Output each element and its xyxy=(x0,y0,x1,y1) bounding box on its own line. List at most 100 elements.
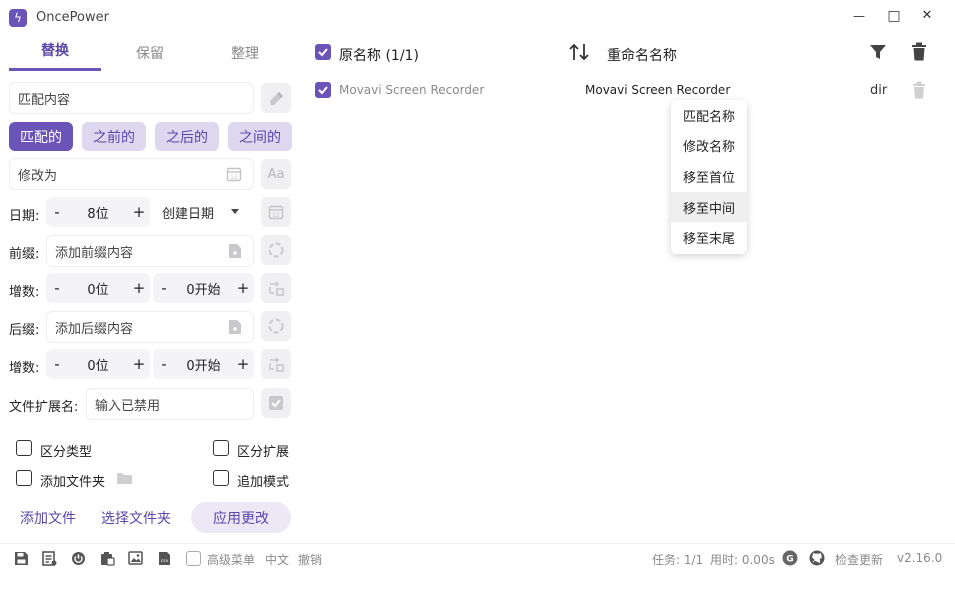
case-icon: Aa xyxy=(267,166,285,182)
swap-icon xyxy=(269,281,284,296)
date-type-select[interactable]: 创建日期 xyxy=(158,197,254,227)
svg-text:csv: csv xyxy=(160,559,168,564)
tab-keep[interactable]: 保留 xyxy=(104,43,196,69)
menu-item-modify-name[interactable]: 修改名称 xyxy=(671,131,747,162)
suffix-placeholder: 添加后缀内容 xyxy=(55,321,134,337)
suffix-input[interactable]: 添加后缀内容 xyxy=(46,311,254,343)
csv-icon[interactable]: csv xyxy=(156,550,172,566)
extension-placeholder: 输入已禁用 xyxy=(95,398,161,414)
select-folder-button[interactable]: 选择文件夹 xyxy=(91,502,181,533)
chip-between-label: 之间的 xyxy=(239,129,281,146)
undo-button[interactable]: 撤销 xyxy=(298,551,322,568)
append-mode-checkbox[interactable] xyxy=(213,470,229,486)
close-button[interactable]: ✕ xyxy=(917,8,937,26)
chip-matched[interactable]: 匹配的 xyxy=(9,122,73,151)
document-list-icon[interactable] xyxy=(41,550,57,566)
counter2-digits-plus[interactable]: + xyxy=(128,355,150,373)
ext-sensitive-checkbox[interactable] xyxy=(213,440,229,456)
counter2-start-minus[interactable]: - xyxy=(153,355,175,373)
counter1-label: 增数: xyxy=(9,285,40,300)
counter2-digits-minus[interactable]: - xyxy=(46,355,68,373)
date-minus-button[interactable]: - xyxy=(46,203,68,221)
clipboard-icon[interactable] xyxy=(99,550,115,566)
row-renamed-name: Movavi Screen Recorder xyxy=(585,83,731,97)
chevron-down-icon xyxy=(231,209,239,214)
counter1-start-value: 0开始 xyxy=(186,282,221,298)
gitee-icon[interactable]: G xyxy=(782,550,798,566)
eraser-button[interactable] xyxy=(261,83,291,113)
select-all-checkbox[interactable] xyxy=(315,44,331,60)
delete-all-icon[interactable] xyxy=(911,42,927,61)
minimize-button[interactable]: — xyxy=(849,9,869,27)
counter2-start-plus[interactable]: + xyxy=(232,355,254,373)
chip-after[interactable]: 之后的 xyxy=(155,122,219,151)
date-plus-button[interactable]: + xyxy=(128,203,150,221)
menu-item-move-first[interactable]: 移至首位 xyxy=(671,161,747,192)
advanced-menu-checkbox[interactable] xyxy=(186,551,201,566)
row-type: dir xyxy=(870,83,888,98)
prefix-input[interactable]: 添加前缀内容 xyxy=(46,235,254,267)
status-bar-divider xyxy=(0,543,955,544)
counter1-start-stepper[interactable]: - 0开始 + xyxy=(153,273,254,303)
file-add-icon[interactable] xyxy=(228,319,242,335)
date-label: 日期: xyxy=(9,209,40,224)
modify-to-input[interactable]: 修改为 12 xyxy=(9,158,254,190)
row-checkbox[interactable] xyxy=(315,82,331,98)
tab-active-indicator xyxy=(9,68,101,71)
counter2-digits-stepper[interactable]: - 0位 + xyxy=(46,349,150,379)
counter2-digits-value: 0位 xyxy=(87,358,109,374)
match-content-placeholder: 匹配内容 xyxy=(18,92,71,108)
chip-matched-label: 匹配的 xyxy=(20,129,62,146)
counter1-swap-button[interactable] xyxy=(261,273,291,303)
extension-toggle-button[interactable] xyxy=(261,388,291,418)
extension-input[interactable]: 输入已禁用 xyxy=(86,388,254,420)
tab-replace[interactable]: 替换 xyxy=(9,40,101,70)
modify-to-placeholder: 修改为 xyxy=(18,168,58,184)
date-digits-stepper[interactable]: - 8位 + xyxy=(46,197,150,227)
row-original-name: Movavi Screen Recorder xyxy=(339,83,485,97)
maximize-button[interactable]: □ xyxy=(884,8,904,26)
add-file-button[interactable]: 添加文件 xyxy=(9,502,87,533)
case-toggle-button[interactable]: Aa xyxy=(261,159,291,189)
counter1-start-plus[interactable]: + xyxy=(232,279,254,297)
task-status: 任务: 1/1 xyxy=(652,553,704,567)
filter-icon[interactable] xyxy=(869,44,887,60)
counter2-swap-button[interactable] xyxy=(261,349,291,379)
app-logo-icon: ϟ xyxy=(9,9,27,27)
language-toggle[interactable]: 中文 xyxy=(265,551,289,568)
chip-before[interactable]: 之前的 xyxy=(82,122,146,151)
power-icon[interactable] xyxy=(70,550,86,566)
counter1-digits-plus[interactable]: + xyxy=(128,279,150,297)
type-sensitive-checkbox[interactable] xyxy=(16,440,32,456)
suffix-refresh-button[interactable] xyxy=(261,311,291,341)
refresh-icon xyxy=(268,318,284,334)
menu-item-move-last[interactable]: 移至末尾 xyxy=(671,222,747,253)
counter1-digits-stepper[interactable]: - 0位 + xyxy=(46,273,150,303)
github-icon[interactable] xyxy=(809,550,825,566)
sort-icon[interactable] xyxy=(568,42,590,62)
type-sensitive-label: 区分类型 xyxy=(40,445,93,460)
date-insert-button[interactable]: 12 xyxy=(261,197,291,227)
add-folder-checkbox[interactable] xyxy=(16,470,32,486)
calendar-icon[interactable]: 12 xyxy=(226,166,242,182)
match-content-input[interactable]: 匹配内容 xyxy=(9,82,254,114)
tab-organize[interactable]: 整理 xyxy=(199,43,291,69)
apply-changes-button[interactable]: 应用更改 xyxy=(191,502,291,533)
check-update-link[interactable]: 检查更新 xyxy=(835,551,883,568)
chip-between[interactable]: 之间的 xyxy=(228,122,292,151)
select-folder-label: 选择文件夹 xyxy=(101,510,171,527)
prefix-refresh-button[interactable] xyxy=(261,235,291,265)
menu-item-move-middle[interactable]: 移至中间 xyxy=(671,191,747,223)
append-mode-label: 追加模式 xyxy=(237,475,290,490)
file-add-icon[interactable] xyxy=(228,243,242,259)
save-icon[interactable] xyxy=(13,550,29,566)
image-icon[interactable] xyxy=(127,550,143,566)
counter2-start-value: 0开始 xyxy=(186,358,221,374)
row-delete-icon[interactable] xyxy=(912,81,926,99)
counter1-start-minus[interactable]: - xyxy=(153,279,175,297)
counter2-start-stepper[interactable]: - 0开始 + xyxy=(153,349,254,379)
menu-item-match-name[interactable]: 匹配名称 xyxy=(671,100,747,131)
swap-icon xyxy=(269,357,284,372)
counter1-digits-minus[interactable]: - xyxy=(46,279,68,297)
counter2-label: 增数: xyxy=(9,361,40,376)
